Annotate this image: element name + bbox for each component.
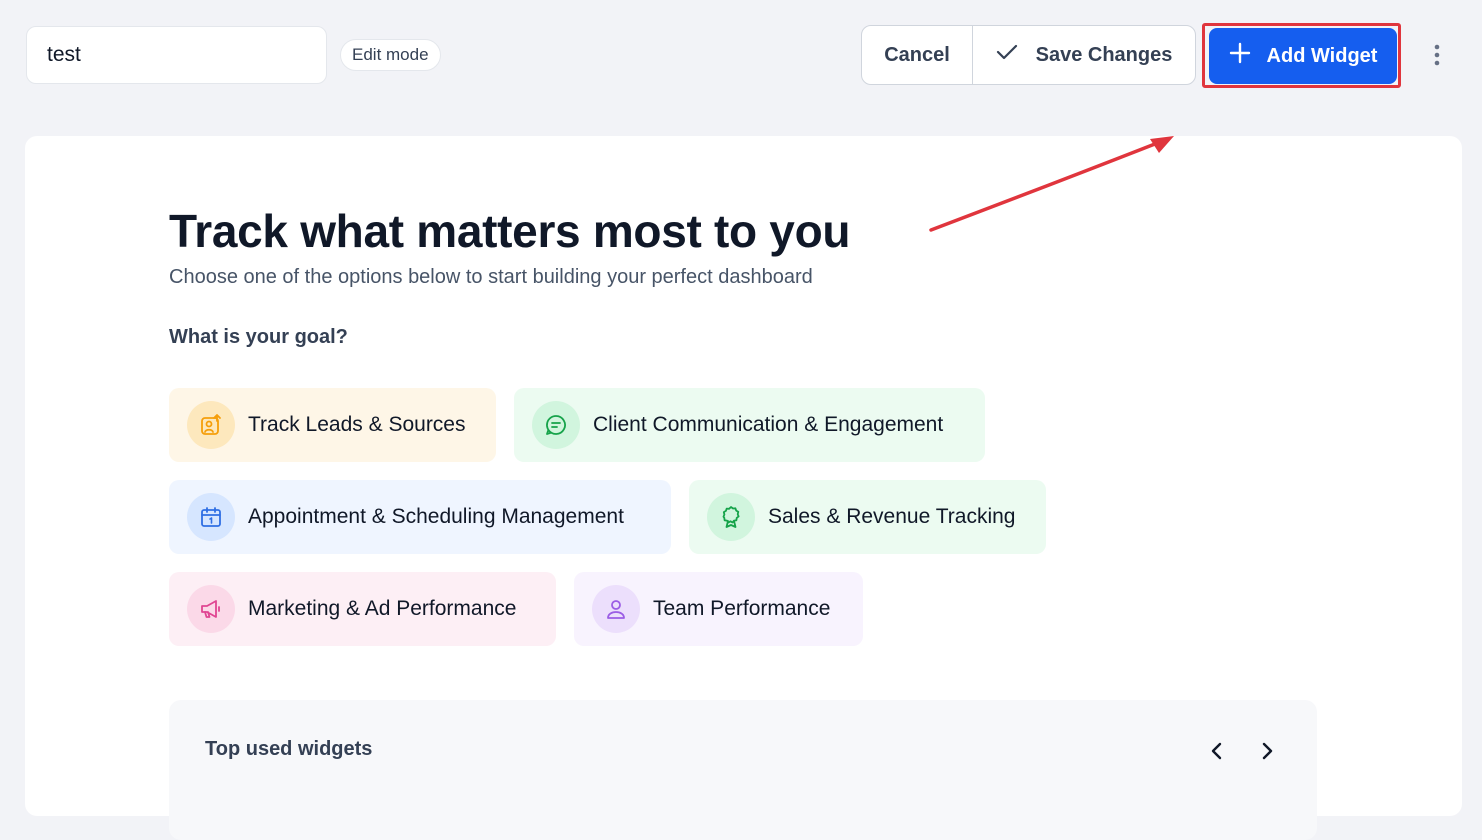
action-button-group: Cancel Save Changes	[861, 25, 1196, 85]
goal-card-track-leads[interactable]: Track Leads & Sources	[169, 388, 496, 462]
goal-label: Team Performance	[653, 597, 831, 620]
cancel-label: Cancel	[884, 43, 950, 66]
goal-label: Marketing & Ad Performance	[248, 597, 517, 620]
add-widget-button[interactable]: Add Widget	[1209, 28, 1397, 84]
save-changes-button[interactable]: Save Changes	[973, 26, 1195, 84]
goal-card-sales-revenue[interactable]: Sales & Revenue Tracking	[689, 480, 1046, 554]
top-toolbar: test Edit mode Cancel Save Changes Add W…	[0, 0, 1482, 110]
goal-card-appointment-scheduling[interactable]: Appointment & Scheduling Management	[169, 480, 671, 554]
save-changes-label: Save Changes	[1035, 43, 1173, 66]
goal-card-team-performance[interactable]: Team Performance	[574, 572, 863, 646]
dashboard-name-input[interactable]: test	[26, 26, 327, 84]
lead-source-icon	[187, 401, 235, 449]
goal-question: What is your goal?	[169, 326, 348, 348]
chevron-right-icon[interactable]	[1252, 736, 1282, 766]
check-icon	[996, 43, 1018, 67]
goal-label: Appointment & Scheduling Management	[248, 505, 624, 528]
more-options-icon[interactable]	[1424, 40, 1450, 70]
award-ribbon-icon	[707, 493, 755, 541]
chat-bubble-icon	[532, 401, 580, 449]
edit-mode-badge: Edit mode	[340, 39, 441, 71]
calendar-icon	[187, 493, 235, 541]
chevron-left-icon[interactable]	[1202, 736, 1232, 766]
goal-label: Sales & Revenue Tracking	[768, 505, 1016, 528]
goal-card-marketing-ad[interactable]: Marketing & Ad Performance	[169, 572, 556, 646]
goal-card-client-communication[interactable]: Client Communication & Engagement	[514, 388, 985, 462]
page-subtitle: Choose one of the options below to start…	[169, 266, 813, 288]
goal-label: Client Communication & Engagement	[593, 413, 944, 436]
user-icon	[592, 585, 640, 633]
cancel-button[interactable]: Cancel	[862, 26, 973, 84]
page-title: Track what matters most to you	[169, 205, 851, 257]
add-widget-label: Add Widget	[1266, 44, 1378, 67]
plus-icon	[1229, 42, 1251, 70]
dashboard-empty-state-panel: Track what matters most to you Choose on…	[25, 136, 1462, 840]
goal-label: Track Leads & Sources	[248, 413, 466, 436]
top-used-widgets-section: Top used widgets	[169, 700, 1317, 840]
top-used-widgets-title: Top used widgets	[205, 738, 373, 760]
megaphone-icon	[187, 585, 235, 633]
